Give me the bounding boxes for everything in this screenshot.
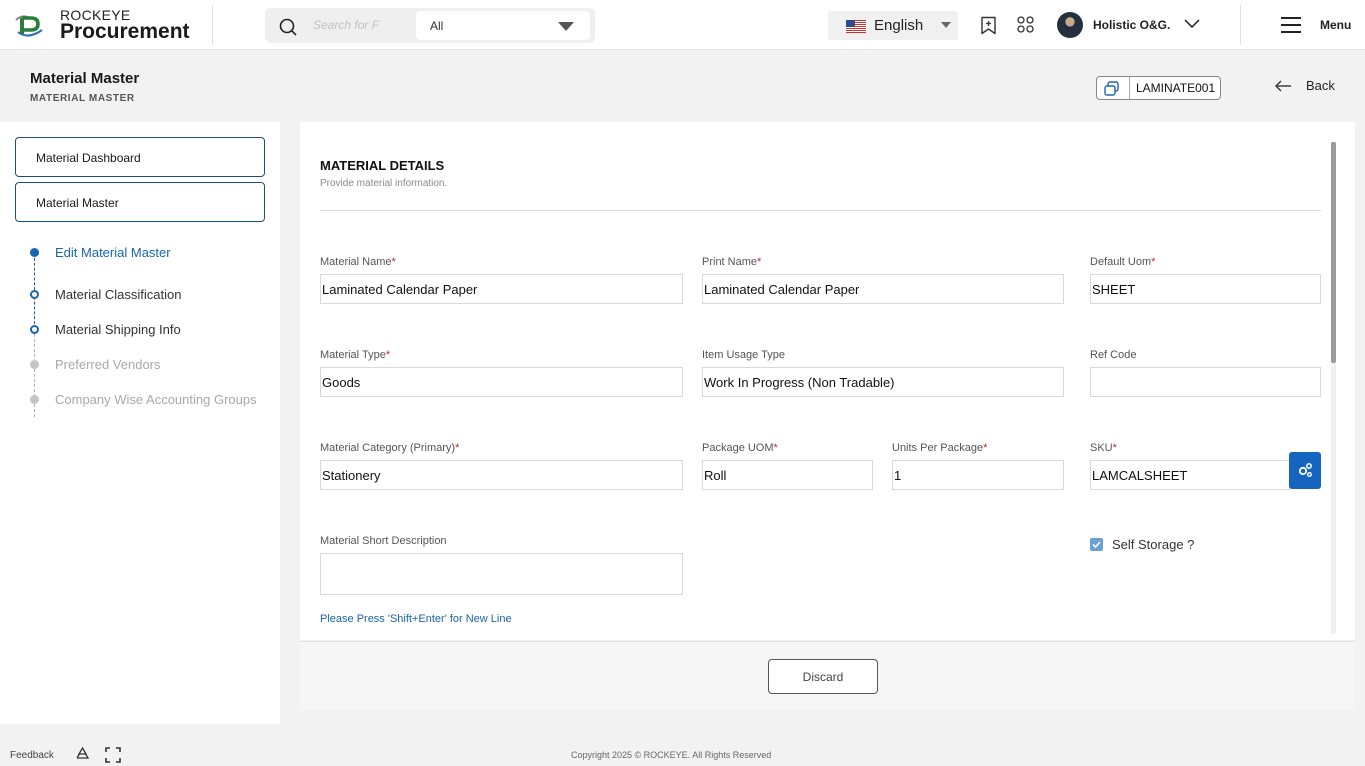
rockeye-logo-icon [15, 15, 43, 37]
default-uom-label: Default Uom* [1090, 256, 1156, 268]
units-per-package-input[interactable] [892, 460, 1064, 490]
section-divider [320, 210, 1321, 211]
header-divider [212, 5, 213, 45]
self-storage-checkbox[interactable] [1090, 538, 1103, 551]
fullscreen-icon[interactable] [105, 747, 121, 763]
us-flag-icon [846, 20, 866, 33]
discard-button[interactable]: Discard [768, 659, 878, 694]
step-preferred-vendors[interactable]: Preferred Vendors [55, 357, 161, 372]
copyright-text: Copyright 2025 © ROCKEYE. All Rights Res… [571, 750, 772, 760]
sku-label: SKU* [1090, 442, 1117, 454]
material-code: LAMINATE001 [1136, 81, 1216, 95]
material-master-button[interactable]: Material Master [15, 182, 265, 222]
global-search: All [265, 8, 595, 43]
page-title: Material Master [30, 70, 140, 87]
step-dot-done [30, 290, 39, 299]
scrollbar-thumb[interactable] [1331, 142, 1336, 363]
page-subtitle: MATERIAL MASTER [30, 93, 135, 104]
material-dashboard-button[interactable]: Material Dashboard [15, 137, 265, 177]
sidebar: Material Dashboard Material Master Edit … [0, 122, 280, 724]
hamburger-menu-icon[interactable] [1280, 16, 1302, 34]
material-name-input[interactable] [320, 274, 683, 304]
caret-down-icon [941, 22, 951, 28]
badge-divider [1129, 77, 1130, 99]
feedback-link[interactable]: Feedback [10, 750, 54, 761]
self-storage-label[interactable]: Self Storage ? [1112, 537, 1194, 552]
units-per-package-label: Units Per Package* [892, 442, 988, 454]
search-icon[interactable] [279, 18, 297, 36]
material-code-badge[interactable]: LAMINATE001 [1096, 76, 1221, 100]
search-scope-select[interactable]: All [416, 11, 590, 40]
chevron-down-icon[interactable] [1183, 18, 1201, 30]
arrow-left-icon [1275, 80, 1291, 92]
language-select[interactable]: English [828, 11, 958, 40]
section-subtitle: Provide material information. [320, 178, 448, 189]
back-label: Back [1306, 78, 1335, 93]
user-name[interactable]: Holistic O&G. [1093, 18, 1170, 32]
ref-code-label: Ref Code [1090, 349, 1137, 361]
search-input[interactable] [313, 16, 383, 34]
search-scope-value: All [430, 19, 444, 33]
step-edit-material-master[interactable]: Edit Material Master [55, 245, 171, 260]
header-divider [1240, 5, 1241, 45]
material-category-label: Material Category (Primary)* [320, 442, 460, 454]
sku-input[interactable] [1090, 460, 1290, 490]
step-material-shipping-info[interactable]: Material Shipping Info [55, 322, 181, 337]
step-dot-active [30, 248, 39, 257]
step-dot-pending [30, 360, 39, 369]
section-title: MATERIAL DETAILS [320, 158, 445, 173]
package-uom-label: Package UOM* [702, 442, 778, 454]
checkmark-icon [1092, 541, 1101, 549]
material-type-input[interactable] [320, 367, 683, 397]
generate-sku-button[interactable] [1289, 452, 1321, 489]
print-name-input[interactable] [702, 274, 1064, 304]
ref-code-input[interactable] [1090, 367, 1321, 397]
item-usage-type-input[interactable] [702, 367, 1064, 397]
step-dot-done [30, 325, 39, 334]
material-details-card: MATERIAL DETAILS Provide material inform… [300, 122, 1355, 640]
short-description-label: Material Short Description [320, 535, 447, 547]
print-name-label: Print Name* [702, 256, 762, 268]
material-dashboard-label: Material Dashboard [36, 151, 141, 165]
step-dot-pending [30, 395, 39, 404]
step-company-wise-accounting-groups[interactable]: Company Wise Accounting Groups [55, 392, 257, 407]
language-label: English [874, 17, 924, 34]
bookmark-icon[interactable] [980, 16, 997, 35]
user-avatar[interactable] [1057, 12, 1083, 38]
material-name-label: Material Name* [320, 256, 396, 268]
copy-icon[interactable] [1103, 80, 1120, 97]
gears-icon [1298, 463, 1312, 477]
material-category-input[interactable] [320, 460, 683, 490]
material-type-label: Material Type* [320, 349, 391, 361]
top-header: ROCKEYE Procurement All English [0, 0, 1365, 50]
menu-button[interactable]: Menu [1320, 18, 1351, 32]
caret-down-icon [558, 22, 574, 31]
form-action-bar: Discard [300, 641, 1355, 710]
package-uom-input[interactable] [702, 460, 873, 490]
material-master-label: Material Master [36, 196, 119, 210]
item-usage-type-label: Item Usage Type [702, 349, 785, 361]
apps-grid-icon[interactable] [1017, 16, 1034, 33]
refresh-icon[interactable] [74, 746, 91, 763]
brand-product: Procurement [60, 20, 190, 43]
back-button[interactable]: Back [1272, 77, 1342, 97]
step-material-classification[interactable]: Material Classification [55, 287, 181, 302]
short-description-textarea[interactable] [320, 553, 683, 595]
newline-hint: Please Press 'Shift+Enter' for New Line [320, 613, 512, 625]
default-uom-input[interactable] [1090, 274, 1321, 304]
